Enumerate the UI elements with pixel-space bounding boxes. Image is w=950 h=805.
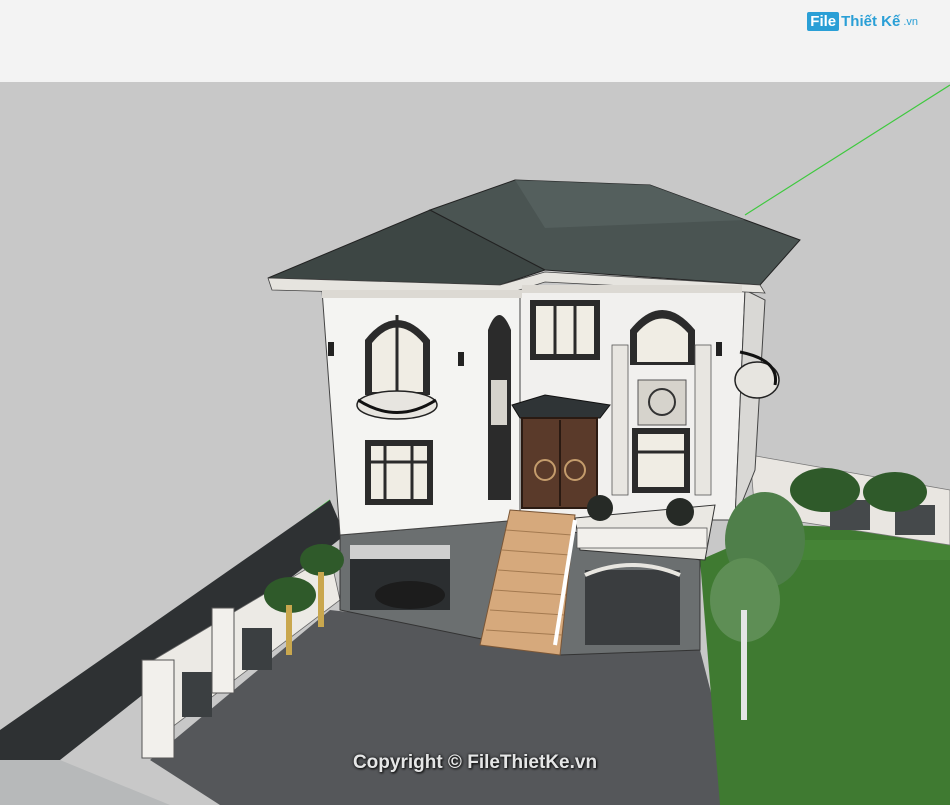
ornament-panel	[637, 379, 687, 426]
window-left-lower-glass	[371, 446, 427, 499]
cornice	[322, 290, 522, 298]
garage-door-roll	[350, 545, 450, 559]
potted-plant	[666, 498, 694, 526]
column	[694, 344, 712, 496]
viewport[interactable]: File Thiết Kế .vn Copyright © FileThietK…	[0, 0, 950, 805]
fence-pillar	[211, 607, 235, 694]
tall-window-ornament	[491, 380, 507, 425]
right-garage-opening	[585, 570, 680, 645]
logo-tld-text: .vn	[903, 15, 918, 28]
copyright-watermark: Copyright © FileThietKe.vn	[352, 752, 598, 773]
model-scene[interactable]	[0, 0, 950, 805]
car	[375, 581, 445, 609]
cornice	[522, 285, 742, 293]
wall-lamp	[328, 342, 334, 356]
column	[611, 344, 629, 496]
window-right-lower-glass	[638, 434, 684, 487]
potted-plant	[587, 495, 613, 521]
fence-panel	[242, 628, 272, 670]
fence-pillar	[141, 659, 175, 759]
balustrade	[576, 527, 708, 549]
wall-lamp	[458, 352, 464, 366]
window-center-upper-glass	[536, 306, 594, 354]
fence-panel	[182, 672, 212, 717]
lawn-shade	[790, 540, 950, 560]
wall-lamp	[716, 342, 722, 356]
logo-file-text: File	[807, 12, 840, 31]
logo-name-text: Thiết Kế	[841, 13, 901, 30]
site-logo: File Thiết Kế .vn	[807, 12, 918, 31]
